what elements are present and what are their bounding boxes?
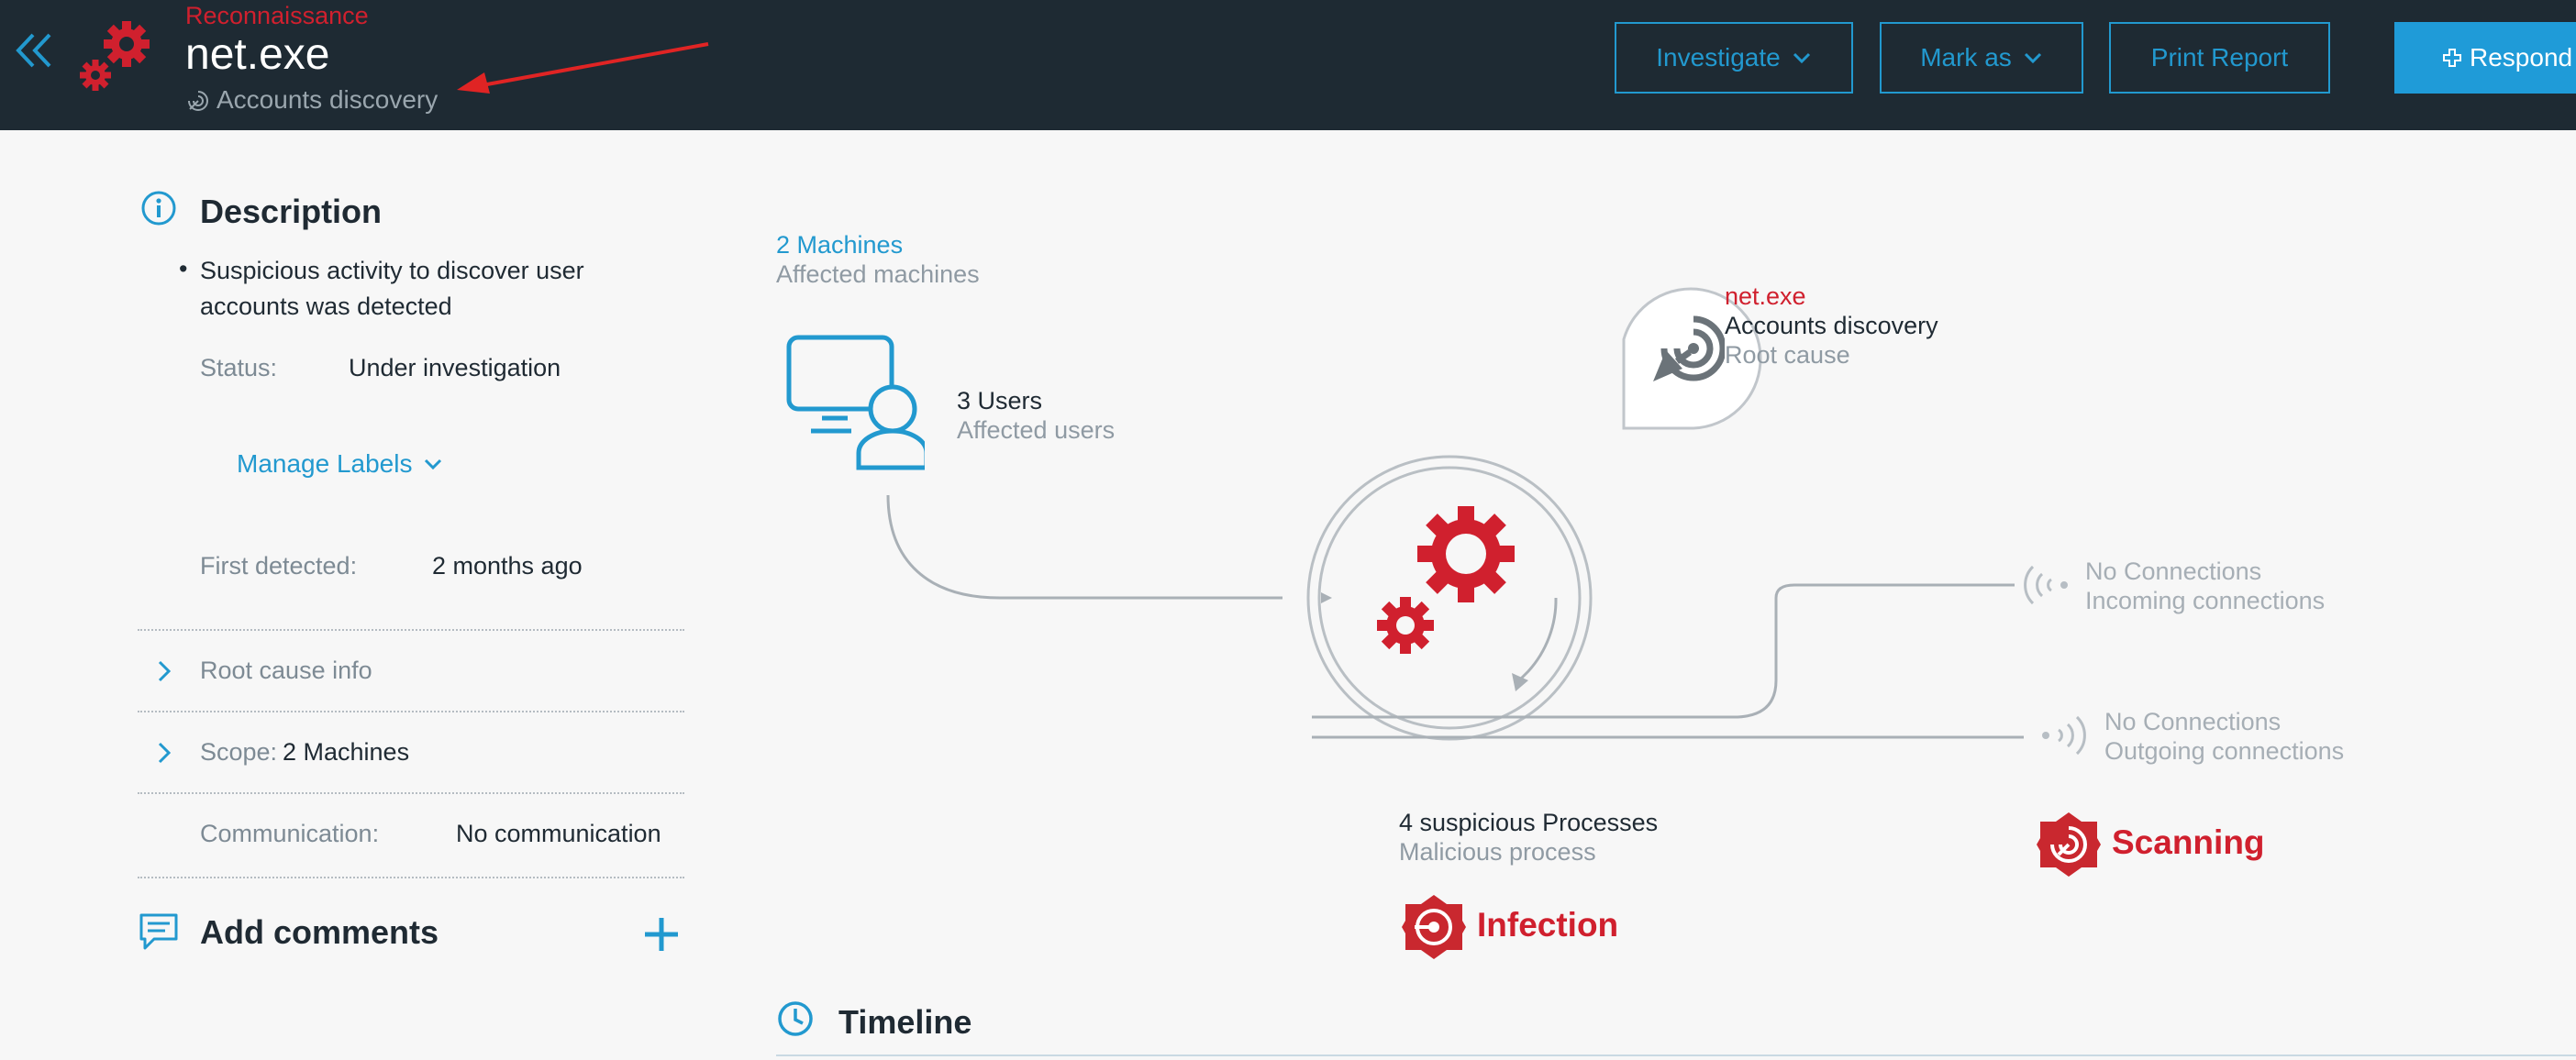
print-report-button[interactable]: Print Report — [2109, 22, 2330, 94]
process-gears-icon — [1377, 506, 1515, 654]
plus-outline-icon — [2443, 49, 2461, 67]
gears-icon — [80, 21, 150, 91]
investigate-button-label: Investigate — [1656, 43, 1781, 72]
description-line-2: accounts was detected — [200, 293, 452, 320]
chevron-down-icon — [425, 458, 442, 470]
scope-value: 2 Machines — [283, 738, 410, 766]
attack-graph: 2 Machines Affected machines 3 Users Aff… — [734, 130, 2576, 1060]
page-subtitle: Accounts discovery — [217, 85, 439, 114]
scope-row[interactable]: Scope: 2 Machines — [138, 718, 684, 793]
processes-label: Malicious process — [1399, 838, 1596, 866]
divider — [138, 629, 684, 631]
radar-icon — [188, 91, 208, 111]
root-cause-radar-icon — [1653, 315, 1725, 381]
manage-labels-label: Manage Labels — [237, 449, 413, 478]
add-comment-plus-icon[interactable] — [640, 913, 683, 955]
header-bar: Reconnaissance net.exe Accounts discover… — [0, 0, 2576, 130]
first-detected-value: 2 months ago — [432, 552, 583, 580]
respond-button[interactable]: Respond — [2394, 22, 2576, 94]
bullet-marker: • — [179, 255, 188, 282]
divider — [138, 877, 684, 878]
communication-value: No communication — [456, 820, 661, 847]
infection-badge-label: Infection — [1477, 906, 1619, 944]
scope-label: Scope: — [200, 738, 278, 766]
page-title: net.exe — [185, 30, 330, 79]
incoming-title: No Connections — [2085, 558, 2262, 585]
first-detected-label: First detected: — [200, 552, 358, 580]
timeline-title: Timeline — [838, 1003, 972, 1041]
outgoing-signal-icon — [2042, 715, 2086, 756]
mark-as-button[interactable]: Mark as — [1880, 22, 2083, 94]
outgoing-title: No Connections — [2104, 708, 2282, 735]
infection-badge-icon — [1402, 895, 1466, 959]
description-line-1: Suspicious activity to discover user — [200, 257, 584, 284]
root-cause-label: Root cause — [1725, 341, 1850, 369]
status-value: Under investigation — [349, 354, 561, 381]
category-label: Reconnaissance — [185, 2, 369, 29]
scanning-badge-label: Scanning — [2112, 823, 2265, 861]
mark-as-button-label: Mark as — [1920, 43, 2012, 72]
scanning-badge-icon — [2037, 812, 2101, 877]
add-comments-title: Add comments — [200, 913, 439, 951]
machines-count[interactable]: 2 Machines — [776, 231, 903, 259]
root-cause-info-label: Root cause info — [200, 657, 372, 684]
manage-labels-dropdown[interactable]: Manage Labels — [237, 449, 443, 479]
users-count: 3 Users — [957, 387, 1043, 414]
machine-user-icon — [786, 335, 925, 470]
annotation-arrow — [457, 42, 709, 94]
info-icon — [141, 191, 176, 226]
investigate-button[interactable]: Investigate — [1615, 22, 1853, 94]
processes-title: 4 suspicious Processes — [1399, 809, 1659, 836]
root-cause-info-row[interactable]: Root cause info — [138, 636, 684, 712]
root-cause-name: net.exe — [1725, 282, 1806, 310]
divider — [138, 792, 684, 794]
description-title: Description — [200, 193, 383, 230]
users-label: Affected users — [957, 416, 1116, 444]
chevron-down-icon — [1793, 52, 1810, 64]
timeline-divider — [776, 1054, 2576, 1056]
print-report-button-label: Print Report — [2150, 43, 2289, 72]
incoming-label: Incoming connections — [2085, 587, 2326, 614]
status-label: Status: — [200, 354, 278, 381]
respond-button-label: Respond — [2470, 43, 2573, 72]
root-cause-title: Accounts discovery — [1725, 312, 1938, 339]
machines-label: Affected machines — [776, 260, 980, 288]
incoming-signal-icon — [2024, 565, 2068, 605]
chevron-right-icon — [158, 742, 172, 764]
outgoing-label: Outgoing connections — [2104, 737, 2345, 765]
chevron-right-icon — [158, 660, 172, 682]
divider — [138, 711, 684, 712]
communication-label: Communication: — [200, 820, 380, 847]
comment-icon — [139, 913, 178, 950]
chevron-down-icon — [2024, 52, 2041, 64]
collapse-left-icon[interactable] — [15, 31, 53, 70]
clock-icon — [778, 1001, 813, 1036]
details-panel: Description • Suspicious activity to dis… — [0, 130, 734, 1060]
